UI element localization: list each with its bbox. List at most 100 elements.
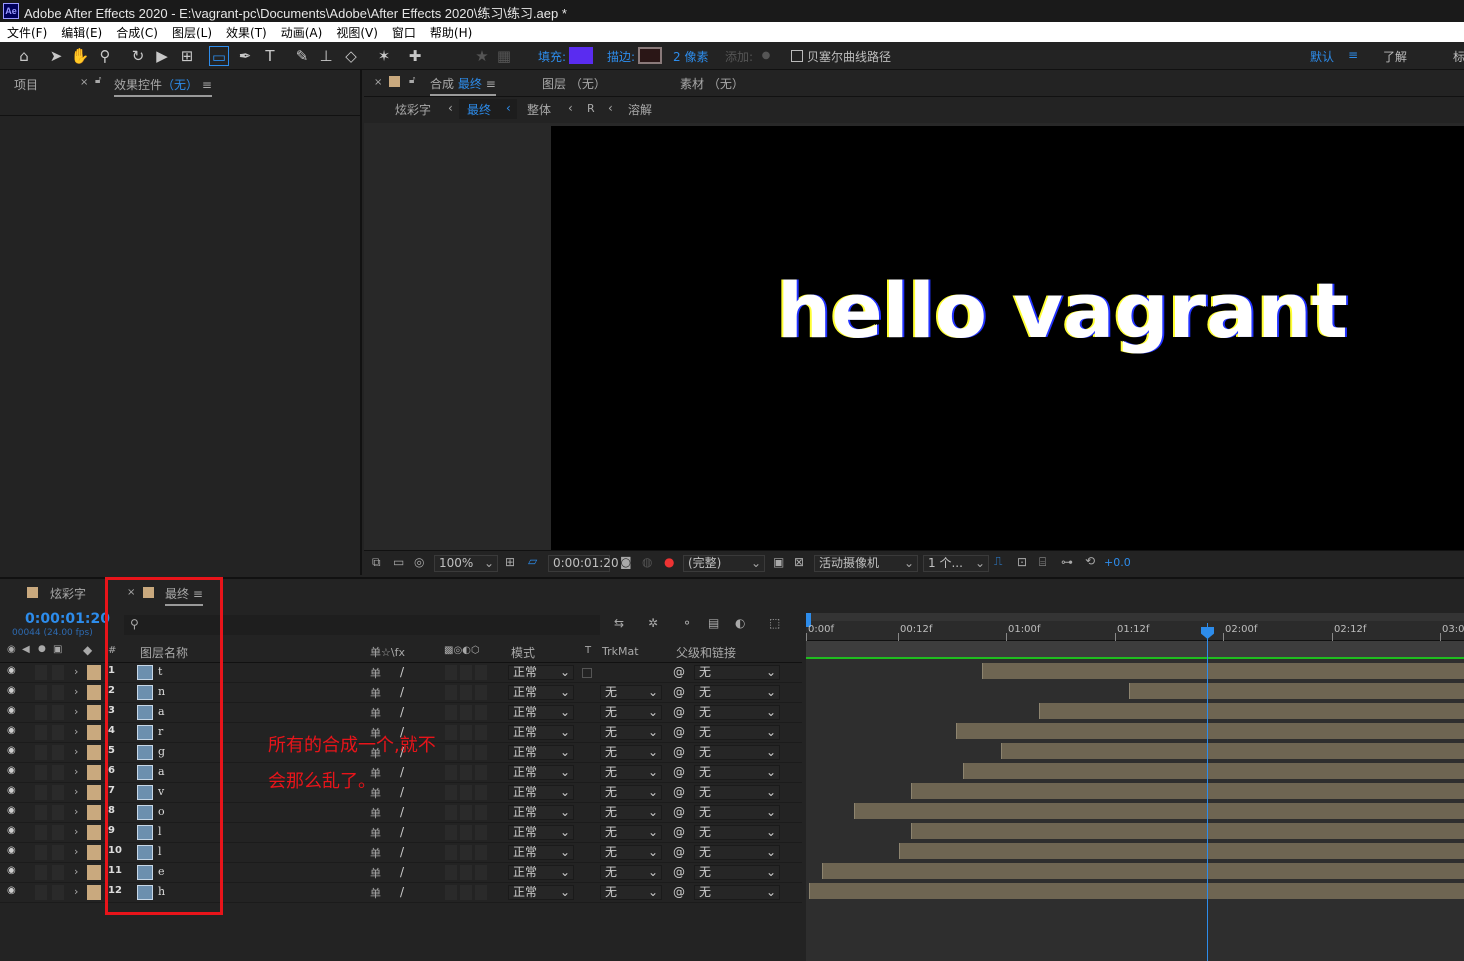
pick-whip-icon[interactable]: @ — [673, 665, 685, 680]
layer-duration-bar[interactable] — [956, 723, 1464, 739]
switch-cell[interactable] — [445, 765, 457, 780]
parent-dropdown[interactable]: 无 ⌄ — [694, 705, 780, 720]
audio-toggle[interactable] — [35, 785, 47, 800]
timeline-icon[interactable]: ⌸ — [1039, 555, 1046, 570]
switch-cell[interactable] — [475, 885, 487, 900]
switch-cell[interactable] — [445, 805, 457, 820]
menu-window[interactable]: 窗口 — [385, 22, 423, 42]
hand-tool-icon[interactable]: ✋ — [70, 46, 90, 66]
label-color[interactable] — [87, 765, 101, 780]
breadcrumb-item-4[interactable]: 溶解 — [628, 101, 652, 118]
quality-switch-icon[interactable]: / — [400, 665, 404, 680]
mode-dropdown[interactable]: 正常 ⌄ — [508, 685, 574, 700]
eye-icon[interactable]: ◉ — [7, 725, 16, 740]
switch-cell[interactable] — [460, 865, 472, 880]
rectangle-tool-icon[interactable]: ▭ — [209, 46, 229, 66]
roto-brush-tool-icon[interactable]: ✶ — [374, 46, 394, 66]
label-color[interactable] — [87, 705, 101, 720]
frame-blending-icon[interactable]: ▤ — [708, 616, 719, 630]
col-parent[interactable]: 父级和链接 — [676, 644, 736, 661]
label-icon[interactable]: ◆ — [83, 643, 92, 657]
workspace-more[interactable]: 标 — [1453, 48, 1464, 65]
switch-cell[interactable] — [460, 845, 472, 860]
exposure-value[interactable]: +0.0 — [1104, 556, 1131, 569]
fast-previews-icon[interactable]: ⊡ — [1017, 555, 1027, 569]
quality-switch-icon[interactable]: / — [400, 785, 404, 800]
label-color[interactable] — [87, 685, 101, 700]
eraser-tool-icon[interactable]: ◇ — [341, 46, 361, 66]
trkmat-dropdown[interactable]: 无 ⌄ — [600, 685, 662, 700]
switch-cell[interactable] — [460, 825, 472, 840]
switch-cell[interactable] — [460, 785, 472, 800]
audio-toggle[interactable] — [35, 865, 47, 880]
lock-icon[interactable]: 🔓︎ — [409, 75, 415, 86]
parent-dropdown[interactable]: 无 ⌄ — [694, 725, 780, 740]
chevron-right-icon[interactable]: › — [74, 745, 78, 760]
resolution-dropdown[interactable]: (完整) ⌄ — [683, 555, 765, 572]
comp-flowchart-icon[interactable]: ⇆ — [614, 616, 624, 630]
label-color[interactable] — [87, 845, 101, 860]
snapshot-icon[interactable]: ◙ — [620, 555, 632, 569]
switch-cell[interactable] — [460, 885, 472, 900]
camera-tool-icon[interactable]: ▶ — [152, 46, 172, 66]
label-color[interactable] — [87, 865, 101, 880]
zoom-dropdown[interactable]: 100% ⌄ — [434, 555, 498, 572]
solo-toggle[interactable] — [52, 845, 64, 860]
quality-switch-icon[interactable]: / — [400, 765, 404, 780]
shy-switch-icon[interactable]: 单 — [370, 885, 381, 900]
eye-icon[interactable]: ◉ — [7, 885, 16, 900]
tab-project[interactable]: 项目 — [14, 76, 38, 93]
chevron-right-icon[interactable]: › — [74, 665, 78, 680]
parent-dropdown[interactable]: 无 ⌄ — [694, 785, 780, 800]
chevron-right-icon[interactable]: › — [74, 865, 78, 880]
safe-margins-icon[interactable]: ⊞ — [505, 555, 515, 569]
eye-icon[interactable]: ◉ — [7, 865, 16, 880]
solo-toggle[interactable] — [52, 685, 64, 700]
menu-effect[interactable]: 效果(T) — [219, 22, 274, 42]
chevron-right-icon[interactable]: › — [74, 885, 78, 900]
preserve-transparency-checkbox[interactable] — [582, 668, 592, 678]
pen-tool-icon[interactable]: ✒ — [235, 46, 255, 66]
eye-icon[interactable]: ◉ — [7, 765, 16, 780]
workspace-menu-icon[interactable]: ≡ — [1348, 48, 1358, 62]
selection-tool-icon[interactable]: ➤ — [46, 46, 66, 66]
fill-color-swatch[interactable] — [569, 47, 593, 64]
label-color[interactable] — [87, 825, 101, 840]
shy-switch-icon[interactable]: 单 — [370, 685, 381, 700]
layer-duration-bar[interactable] — [899, 843, 1464, 859]
mode-dropdown[interactable]: 正常 ⌄ — [508, 805, 574, 820]
mode-dropdown[interactable]: 正常 ⌄ — [508, 705, 574, 720]
layer-duration-bar[interactable] — [982, 663, 1464, 679]
switch-cell[interactable] — [460, 705, 472, 720]
breadcrumb-item-3[interactable]: R — [587, 102, 595, 115]
pick-whip-icon[interactable]: @ — [673, 845, 685, 860]
solo-toggle[interactable] — [52, 725, 64, 740]
solo-toggle[interactable] — [52, 745, 64, 760]
trkmat-dropdown[interactable]: 无 ⌄ — [600, 885, 662, 900]
workspace-default[interactable]: 默认 — [1310, 48, 1334, 65]
audio-toggle[interactable] — [35, 885, 47, 900]
color-channels-icon[interactable]: ● — [664, 555, 674, 569]
pick-whip-icon[interactable]: @ — [673, 725, 685, 740]
eye-icon[interactable]: ◉ — [7, 665, 16, 680]
work-area-bar[interactable] — [806, 613, 1464, 621]
switch-cell[interactable] — [460, 725, 472, 740]
home-icon[interactable]: ⌂ — [14, 46, 34, 66]
chevron-right-icon[interactable]: › — [74, 705, 78, 720]
shy-switch-icon[interactable]: 单 — [370, 845, 381, 860]
pick-whip-icon[interactable]: @ — [673, 865, 685, 880]
composition-canvas[interactable]: hello vagrant — [551, 126, 1464, 550]
eye-icon[interactable]: ◉ — [7, 644, 16, 655]
tab-layer[interactable]: 图层 （无） — [542, 75, 606, 92]
switch-cell[interactable] — [475, 865, 487, 880]
audio-toggle[interactable] — [35, 765, 47, 780]
chevron-right-icon[interactable]: › — [74, 725, 78, 740]
eye-icon[interactable]: ◉ — [7, 705, 16, 720]
menu-edit[interactable]: 编辑(E) — [54, 22, 109, 42]
switch-cell[interactable] — [445, 865, 457, 880]
tab-composition[interactable]: 合成 最终 ≡ — [430, 75, 496, 96]
pick-whip-icon[interactable]: @ — [673, 745, 685, 760]
trkmat-dropdown[interactable]: 无 ⌄ — [600, 825, 662, 840]
layer-duration-bar[interactable] — [911, 823, 1464, 839]
solo-toggle[interactable] — [52, 865, 64, 880]
